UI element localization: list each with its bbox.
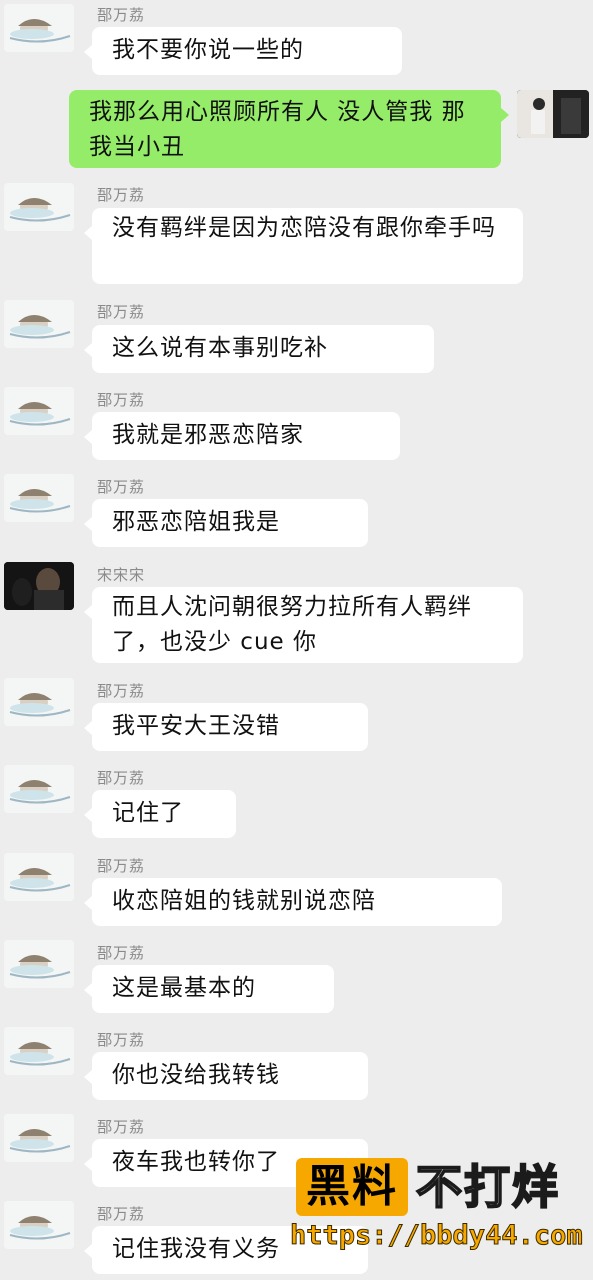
watermark-url: https://bbdy44.com: [290, 1220, 584, 1252]
sender-name: 郚万荔: [97, 478, 146, 496]
sender-name: 郚万荔: [97, 857, 146, 875]
sleeping-character-avatar[interactable]: [4, 765, 74, 813]
sleeping-character-avatar[interactable]: [4, 300, 74, 348]
message-bubble[interactable]: 而且人沈问朝很努力拉所有人羁绊了，也没少 cue 你: [84, 587, 523, 663]
sender-name: 郚万荔: [97, 391, 146, 409]
message-bubble[interactable]: 我那么用心照顾所有人 没人管我 那我当小丑: [69, 90, 509, 168]
sleeping-character-avatar[interactable]: [4, 1027, 74, 1075]
message-bubble[interactable]: 我不要你说一些的: [84, 27, 402, 75]
sender-name: 郚万荔: [97, 1031, 146, 1049]
sender-name: 郚万荔: [97, 6, 146, 24]
message-bubble[interactable]: 没有羁绊是因为恋陪没有跟你牵手吗: [84, 208, 523, 284]
sleeping-character-avatar[interactable]: [4, 940, 74, 988]
sender-name: 郚万荔: [97, 682, 146, 700]
sleeping-character-avatar[interactable]: [4, 387, 74, 435]
sender-name: 宋宋宋: [97, 566, 146, 584]
message-bubble[interactable]: 邪恶恋陪姐我是: [84, 499, 368, 547]
sleeping-character-avatar[interactable]: [4, 183, 74, 231]
message-bubble[interactable]: 收恋陪姐的钱就别说恋陪: [84, 878, 502, 926]
watermark-badge: 黑料: [296, 1158, 408, 1216]
sender-name: 郚万荔: [97, 1118, 146, 1136]
sleeping-character-avatar[interactable]: [4, 4, 74, 52]
sleeping-character-avatar[interactable]: [4, 678, 74, 726]
sender-name: 郚万荔: [97, 769, 146, 787]
message-bubble[interactable]: 我就是邪恶恋陪家: [84, 412, 400, 460]
watermark-slogan: 不打烊: [415, 1159, 560, 1215]
message-bubble[interactable]: 这是最基本的: [84, 965, 334, 1013]
sender-name: 郚万荔: [97, 186, 146, 204]
sleeping-character-avatar[interactable]: [4, 1114, 74, 1162]
sender-name: 郚万荔: [97, 944, 146, 962]
message-bubble[interactable]: 我平安大王没错: [84, 703, 368, 751]
sender-name: 郚万荔: [97, 303, 146, 321]
sender-name: 郚万荔: [97, 1205, 146, 1223]
message-bubble[interactable]: 你也没给我转钱: [84, 1052, 368, 1100]
user-photo-avatar[interactable]: [517, 90, 589, 138]
dark-photo-avatar[interactable]: [4, 562, 74, 610]
message-bubble[interactable]: 记住了: [84, 790, 236, 838]
sleeping-character-avatar[interactable]: [4, 474, 74, 522]
message-bubble[interactable]: 这么说有本事别吃补: [84, 325, 434, 373]
sleeping-character-avatar[interactable]: [4, 853, 74, 901]
watermark-overlay: 黑料 不打烊 https://bbdy44.com: [290, 1158, 590, 1263]
chat-message-list[interactable]: 郚万荔 我不要你说一些的 我那么用心照顾所有人 没人管我 那我当小丑 郚万荔 没…: [0, 0, 593, 1280]
sleeping-character-avatar[interactable]: [4, 1201, 74, 1249]
